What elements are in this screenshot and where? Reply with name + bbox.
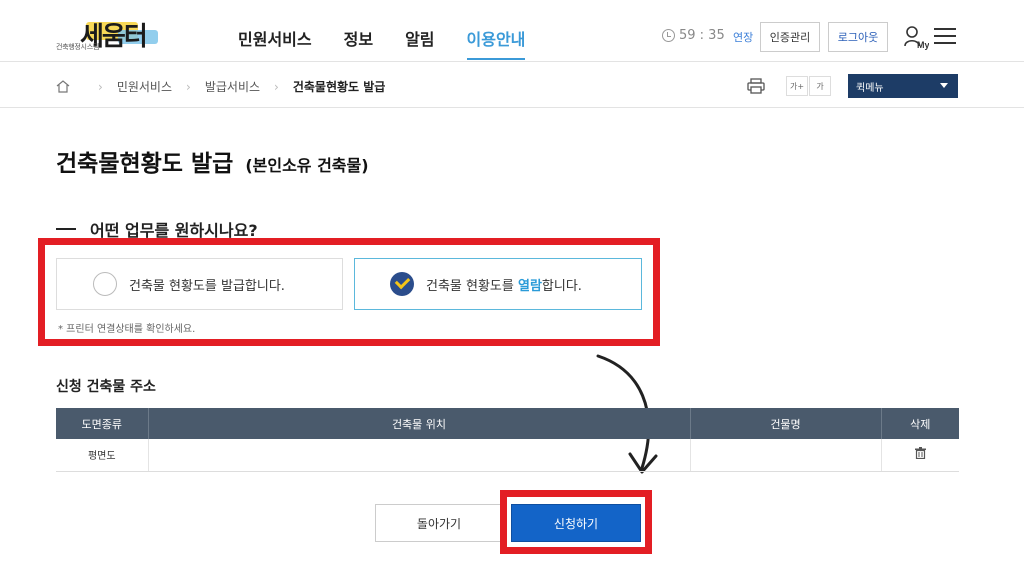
col-building-name: 건물명 — [690, 408, 882, 439]
font-decrease-button[interactable]: 가 — [809, 76, 831, 96]
page-title-sub: (본인소유 건축물) — [245, 156, 369, 175]
clock-icon — [662, 29, 675, 42]
site-header: 세움터 건축행정시스템 민원서비스 정보 알림 이용안내 59 : 35 연장 … — [0, 0, 1024, 62]
cert-manage-button[interactable]: 인증관리 — [760, 22, 820, 52]
annotation-highlight-apply — [500, 490, 652, 554]
breadcrumb-separator: › — [186, 79, 191, 94]
home-icon[interactable] — [56, 80, 70, 93]
breadcrumb: › 민원서비스 › 발급서비스 › 건축물현황도 발급 — [56, 78, 385, 95]
cell-delete — [881, 439, 959, 472]
back-button[interactable]: 돌아가기 — [375, 504, 503, 542]
logout-button[interactable]: 로그아웃 — [828, 22, 888, 52]
cell-drawing-type: 평면도 — [56, 439, 149, 472]
font-increase-button[interactable]: 가+ — [786, 76, 808, 96]
caret-down-icon — [940, 83, 948, 88]
my-page-icon[interactable]: My — [903, 24, 929, 50]
page-title-main: 건축물현황도 발급 — [56, 151, 234, 177]
table-header-row: 도면종류 건축물 위치 건물명 삭제 — [56, 408, 959, 439]
nav-notice[interactable]: 알림 — [405, 26, 434, 60]
breadcrumb-separator: › — [274, 79, 279, 94]
address-table: 도면종류 건축물 위치 건물명 삭제 평면도 — [56, 408, 959, 472]
page-title: 건축물현황도 발급 (본인소유 건축물) — [56, 144, 369, 178]
cell-building-location — [148, 439, 691, 472]
my-label: My — [917, 40, 929, 50]
heading-dash — [56, 228, 76, 230]
site-logo[interactable]: 세움터 건축행정시스템 — [56, 18, 166, 54]
nav-info[interactable]: 정보 — [344, 26, 373, 60]
col-delete: 삭제 — [881, 408, 959, 439]
timer-value: 59 : 35 — [679, 28, 725, 43]
print-icon[interactable] — [747, 78, 765, 94]
col-building-location: 건축물 위치 — [148, 408, 691, 439]
cell-building-name — [690, 439, 882, 472]
section-title: 신청 건축물 주소 — [56, 379, 156, 395]
col-drawing-type: 도면종류 — [56, 408, 149, 439]
quick-menu-select[interactable]: 퀵메뉴 — [848, 74, 958, 98]
session-timer: 59 : 35 — [662, 28, 725, 43]
breadcrumb-current: 건축물현황도 발급 — [292, 80, 386, 94]
breadcrumb-civil-service[interactable]: 민원서비스 — [117, 78, 172, 95]
breadcrumb-bar: › 민원서비스 › 발급서비스 › 건축물현황도 발급 가+ 가 퀵메뉴 — [0, 62, 1024, 108]
hamburger-menu-icon[interactable] — [934, 28, 956, 46]
nav-guide[interactable]: 이용안내 — [466, 26, 525, 60]
logo-subtext: 건축행정시스템 — [56, 43, 99, 51]
table-row: 평면도 — [56, 439, 959, 472]
breadcrumb-separator: › — [98, 79, 103, 94]
trash-icon[interactable] — [914, 447, 926, 460]
nav-civil-service[interactable]: 민원서비스 — [238, 26, 312, 60]
annotation-highlight-options — [38, 238, 660, 346]
extend-session-link[interactable]: 연장 — [733, 29, 753, 45]
quick-menu-label: 퀵메뉴 — [856, 82, 884, 94]
main-nav: 민원서비스 정보 알림 이용안내 — [238, 26, 557, 60]
breadcrumb-issue-service[interactable]: 발급서비스 — [205, 78, 260, 95]
